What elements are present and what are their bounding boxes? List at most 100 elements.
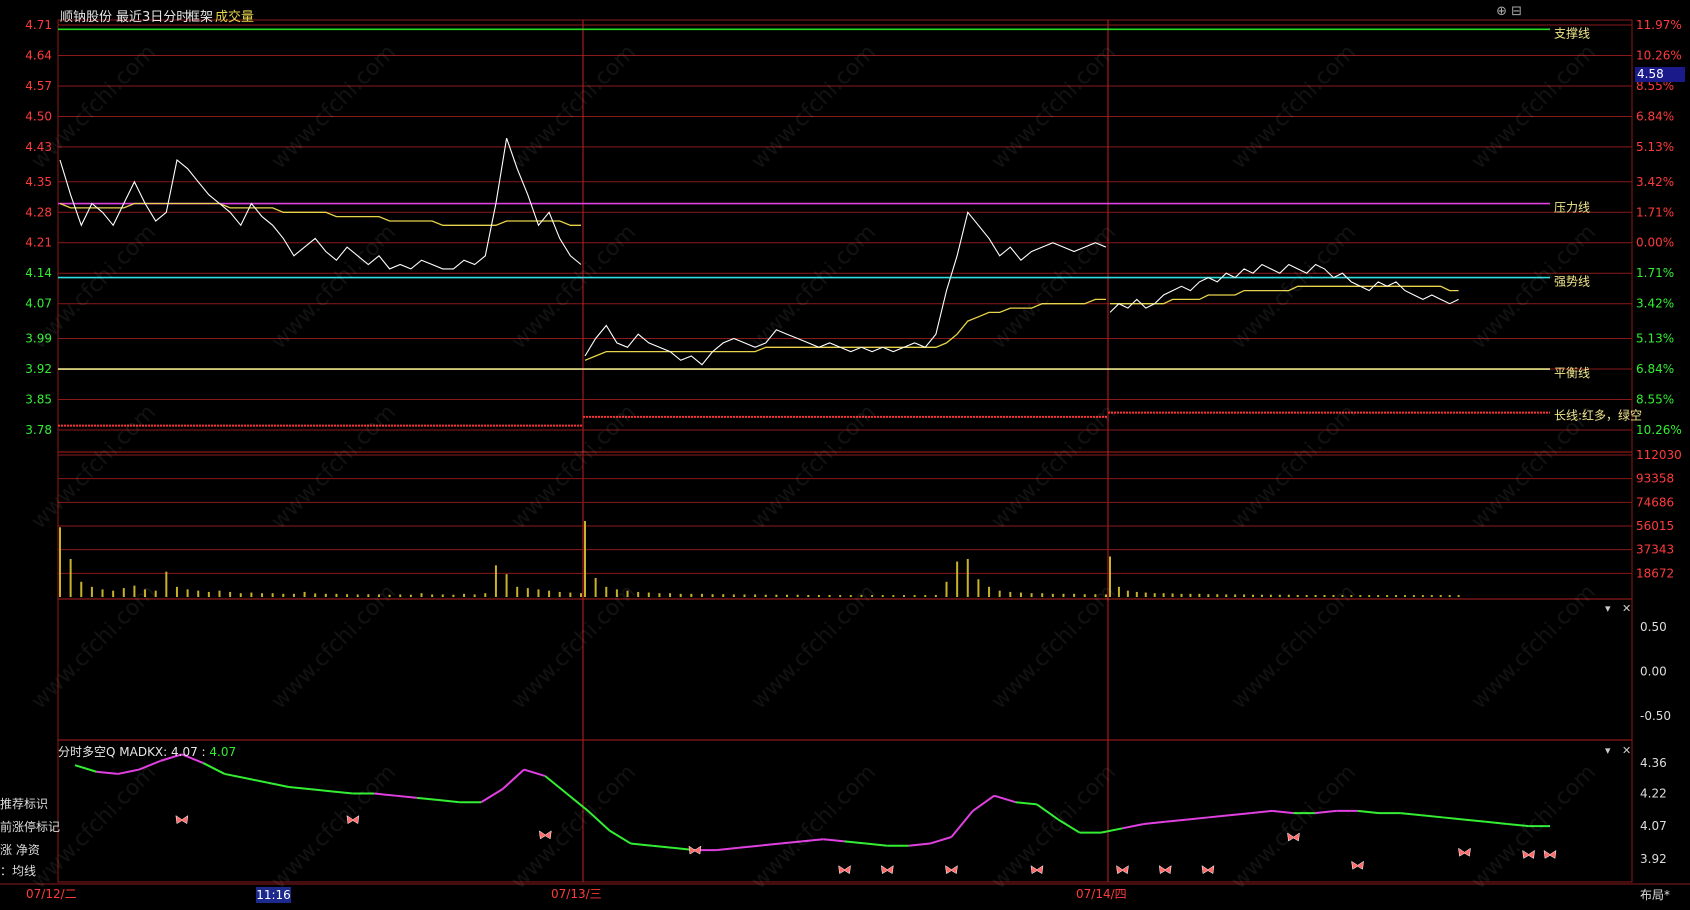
oscillator-tick: 0.00 <box>1640 665 1667 679</box>
watermark-text: www.cfchi.com <box>1227 760 1361 894</box>
madkx-segment <box>737 844 760 849</box>
volume-bar <box>112 590 115 597</box>
volume-bar <box>700 593 703 597</box>
price-tick-left: 4.50 <box>25 109 52 123</box>
volume-bar <box>548 590 551 597</box>
volume-bar <box>732 594 735 597</box>
volume-bar <box>1386 595 1389 597</box>
pct-tick-right: 6.84% <box>1636 109 1674 123</box>
volume-bar <box>1073 593 1076 597</box>
volume-bar <box>271 593 274 597</box>
indicator-value-green: 4.07 <box>209 745 237 759</box>
volume-bar <box>431 594 434 597</box>
watermark-text: www.cfchi.com <box>987 400 1121 534</box>
watermark-text: www.cfchi.com <box>1227 580 1361 714</box>
volume-bar <box>998 590 1001 597</box>
volume-bars-layer <box>59 520 1460 597</box>
panel3-dropdown-icon[interactable]: ▾ <box>1605 744 1611 757</box>
pct-tick-right: 1.71% <box>1636 205 1674 219</box>
volume-bar <box>1225 594 1228 597</box>
volume-bar <box>711 594 714 597</box>
price-tick-left: 3.92 <box>25 362 52 376</box>
volume-bar <box>239 593 242 597</box>
butterfly-signal-icon <box>1158 865 1172 875</box>
frame-label[interactable]: 框架 <box>187 6 213 25</box>
volume-bar <box>1421 595 1424 597</box>
madkx-segment <box>1464 818 1486 823</box>
volume-bar <box>584 520 586 597</box>
indicator-title[interactable]: 分时多空Q MADKX: 4.07 : 4.07 <box>58 743 236 760</box>
volume-bar <box>250 592 253 597</box>
madkx-segment <box>1443 816 1465 821</box>
panel2-dropdown-icon[interactable]: ▾ <box>1605 602 1611 615</box>
volume-bar <box>90 586 93 597</box>
madkx-segment <box>74 764 97 773</box>
madkx-segment <box>310 788 332 793</box>
volume-bar <box>314 593 317 597</box>
day-label: 07/13/三 <box>551 887 602 901</box>
volume-tick: 112030 <box>1636 448 1682 462</box>
volume-bar <box>1135 591 1138 597</box>
pct-tick-right: 5.13% <box>1636 140 1674 154</box>
madkx-segment <box>1143 820 1166 825</box>
volume-bar <box>1216 594 1219 597</box>
watermark-text: www.cfchi.com <box>267 760 401 894</box>
madkx-segment <box>501 768 525 790</box>
volume-bar <box>796 594 799 597</box>
volume-bar <box>828 594 831 597</box>
price-tick-left: 3.78 <box>25 423 52 437</box>
volume-bar <box>69 558 72 597</box>
volume-bar <box>346 594 349 597</box>
watermark-text: www.cfchi.com <box>27 580 161 714</box>
indicator-name-value: 分时多空Q MADKX: 4.07 : <box>58 745 206 759</box>
volume-bar <box>934 594 937 597</box>
volume-bar <box>122 588 125 597</box>
volume-tick: 18672 <box>1636 566 1674 580</box>
current-price-tag: 4.58 <box>1635 67 1685 82</box>
reference-line-label: 压力线 <box>1554 201 1590 215</box>
madkx-segment <box>950 810 974 838</box>
volume-indicator-label[interactable]: 成交量 <box>215 6 254 25</box>
chart-workspace[interactable]: 支撑线 压力线 强势线 平衡线 长线:红多，绿空 4.71 11.97% 4.64 10.26… <box>0 0 1690 906</box>
madkx-segment <box>224 772 247 780</box>
side-label-2: 前涨停标记 <box>0 820 61 834</box>
volume-bar <box>1412 595 1415 597</box>
panel2-close-icon[interactable]: ✕ <box>1622 602 1631 615</box>
butterfly-signal-icon <box>881 865 894 875</box>
pct-tick-right: 3.42% <box>1636 297 1674 311</box>
volume-bar <box>669 593 672 597</box>
watermark-text: www.cfchi.com <box>987 580 1121 714</box>
panel3-close-icon[interactable]: ✕ <box>1622 744 1631 757</box>
intraday-chart-canvas[interactable]: 支撑线压力线强势线平衡线长线:红多，绿空 4.71 11.97%4.64 10.26… <box>0 0 1690 906</box>
watermark-text: www.cfchi.com <box>987 220 1121 354</box>
volume-bar <box>356 594 359 597</box>
pct-tick-right: 6.84% <box>1636 362 1674 376</box>
reference-line-label: 支撑线 <box>1554 25 1590 40</box>
price-tick-left: 4.35 <box>25 175 52 189</box>
range-label[interactable]: 最近3日分时 <box>116 6 189 25</box>
volume-bar <box>1439 595 1442 597</box>
pct-tick-right: 3.42% <box>1636 175 1674 189</box>
watermark-text: www.cfchi.com <box>507 580 641 714</box>
madkx-segment <box>96 770 118 775</box>
madkx-segment <box>1400 812 1422 817</box>
pct-tick-right: 11.97% <box>1636 18 1682 32</box>
madkx-segment <box>267 781 289 788</box>
volume-bar <box>892 595 895 597</box>
stock-name[interactable]: 顺钠股份 <box>60 6 112 25</box>
butterfly-signal-icon <box>838 865 851 875</box>
volume-bar <box>956 561 959 597</box>
watermark-text: www.cfchi.com <box>507 400 641 534</box>
volume-bar <box>420 593 423 597</box>
volume-bar <box>1009 591 1012 597</box>
volume-bar <box>218 590 221 597</box>
volume-bar <box>743 594 746 597</box>
layout-button[interactable]: 布局* <box>1640 886 1670 903</box>
volume-bar <box>303 591 306 597</box>
madkx-segment <box>1015 801 1038 806</box>
butterfly-signal-icon <box>688 845 702 855</box>
volume-bar <box>754 594 757 597</box>
watermark-text: www.cfchi.com <box>27 400 161 534</box>
side-label-4: ：均线 <box>0 864 37 878</box>
window-control-icons[interactable]: ⊕ ⊟ <box>1496 4 1522 19</box>
